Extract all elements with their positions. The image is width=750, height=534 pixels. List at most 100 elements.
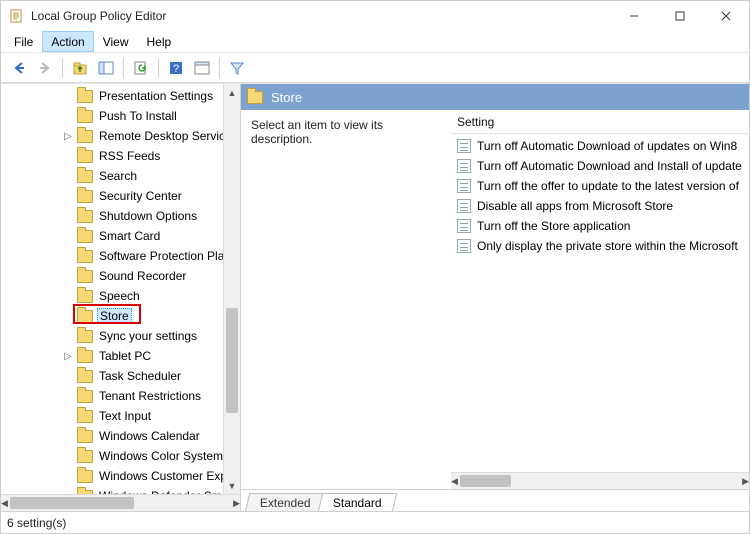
setting-item[interactable]: Only display the private store within th… [451,236,749,256]
column-header-setting[interactable]: Setting [451,110,749,134]
settings-list[interactable]: Turn off Automatic Download of updates o… [451,134,749,472]
scroll-track[interactable] [224,101,240,477]
folder-icon [77,330,93,343]
app-window: Local Group Policy Editor FileActionView… [0,0,750,534]
tree-item-label: Shutdown Options [97,209,199,223]
expand-chevron-icon[interactable]: ▷ [61,131,75,142]
forward-button[interactable] [33,56,57,80]
statusbar: 6 setting(s) [1,511,749,533]
policy-setting-icon [457,159,471,173]
tree-item[interactable]: ▷ Remote Desktop Service [1,126,223,146]
setting-item[interactable]: Disable all apps from Microsoft Store [451,196,749,216]
tree-item[interactable]: Store [1,306,223,326]
app-icon [9,8,25,24]
setting-item[interactable]: Turn off the offer to update to the late… [451,176,749,196]
scroll-htrack[interactable] [458,473,742,489]
tree-item[interactable]: Text Input [1,406,223,426]
tree-item-label: Security Center [97,189,184,203]
scroll-up-button[interactable]: ▲ [224,84,240,101]
scroll-hthumb[interactable] [10,497,134,509]
tree-item[interactable]: Sound Recorder [1,266,223,286]
menu-view[interactable]: View [94,31,138,52]
scroll-right-button[interactable]: ▶ [233,495,240,511]
setting-label: Turn off Automatic Download of updates o… [477,139,737,153]
menu-help[interactable]: Help [138,31,181,52]
folder-icon [77,150,93,163]
right-horizontal-scrollbar[interactable]: ◀ ▶ [451,472,749,489]
folder-icon [77,490,93,495]
tree-item[interactable]: Software Protection Pla [1,246,223,266]
expand-chevron-icon[interactable]: ▷ [61,351,75,362]
right-pane-title: Store [271,90,302,105]
tree-item[interactable]: Shutdown Options [1,206,223,226]
help-button[interactable]: ? [164,56,188,80]
scroll-down-button[interactable]: ▼ [224,477,240,494]
tree-item-label: Speech [97,289,142,303]
tree-item[interactable]: Push To Install [1,106,223,126]
folder-icon [77,110,93,123]
tree-item-label: Smart Card [97,229,162,243]
toolbar-separator [62,58,63,78]
description-text: Select an item to view its description. [241,110,451,489]
policy-setting-icon [457,179,471,193]
properties-button[interactable] [190,56,214,80]
tree-item[interactable]: Windows Customer Exp [1,466,223,486]
tree-item-label: Windows Calendar [97,429,202,443]
titlebar: Local Group Policy Editor [1,1,749,31]
setting-item[interactable]: Turn off Automatic Download of updates o… [451,136,749,156]
close-button[interactable] [703,1,749,31]
folder-icon [77,270,93,283]
tab-standard[interactable]: Standard [317,493,396,511]
tree-item-label: Text Input [97,409,153,423]
scroll-left-button[interactable]: ◀ [1,495,8,511]
right-pane: Store Select an item to view its descrip… [241,84,749,511]
setting-label: Turn off the Store application [477,219,630,233]
refresh-button[interactable] [129,56,153,80]
tree-item[interactable]: Presentation Settings [1,86,223,106]
tree-item[interactable]: Task Scheduler [1,366,223,386]
tree-scroll-area[interactable]: Presentation SettingsPush To Install ▷ Rem… [1,84,223,494]
window-controls [611,1,749,31]
up-level-button[interactable] [68,56,92,80]
tree-item-label: Windows Defender Sma [97,489,223,494]
tree-item[interactable]: Sync your settings [1,326,223,346]
tree-item[interactable]: ▷ Tablet PC [1,346,223,366]
folder-icon [77,170,93,183]
tree-item[interactable]: Windows Color System [1,446,223,466]
tree-item-label: Software Protection Pla [97,249,223,263]
tree-item[interactable]: Speech [1,286,223,306]
menu-file[interactable]: File [5,31,42,52]
show-hide-tree-button[interactable] [94,56,118,80]
maximize-button[interactable] [657,1,703,31]
folder-icon [77,250,93,263]
scroll-right-button[interactable]: ▶ [742,473,749,489]
tree-horizontal-scrollbar[interactable]: ◀ ▶ [1,494,240,511]
scroll-htrack[interactable] [8,495,233,511]
filter-button[interactable] [225,56,249,80]
setting-item[interactable]: Turn off Automatic Download and Install … [451,156,749,176]
scroll-hthumb[interactable] [460,475,511,487]
tab-extended[interactable]: Extended [245,493,326,511]
tree-item[interactable]: Tenant Restrictions [1,386,223,406]
back-button[interactable] [7,56,31,80]
folder-icon [77,450,93,463]
tree-item-label: RSS Feeds [97,149,162,163]
tree-item[interactable]: Smart Card [1,226,223,246]
tree-item-label: Tablet PC [97,349,153,363]
tree-item[interactable]: Search [1,166,223,186]
scroll-thumb[interactable] [226,308,238,413]
right-pane-header: Store [241,84,749,110]
right-pane-body: Select an item to view its description. … [241,110,749,489]
setting-item[interactable]: Turn off the Store application [451,216,749,236]
tree-item[interactable]: Security Center [1,186,223,206]
folder-icon [77,310,93,323]
tree-item-label: Remote Desktop Service [97,129,223,143]
minimize-button[interactable] [611,1,657,31]
scroll-left-button[interactable]: ◀ [451,473,458,489]
tree-item[interactable]: Windows Defender Sma [1,486,223,494]
menu-action[interactable]: Action [42,31,93,52]
tree-item[interactable]: Windows Calendar [1,426,223,446]
tree-item-label: Search [97,169,139,183]
tree-vertical-scrollbar[interactable]: ▲ ▼ [223,84,240,494]
tree-item[interactable]: RSS Feeds [1,146,223,166]
